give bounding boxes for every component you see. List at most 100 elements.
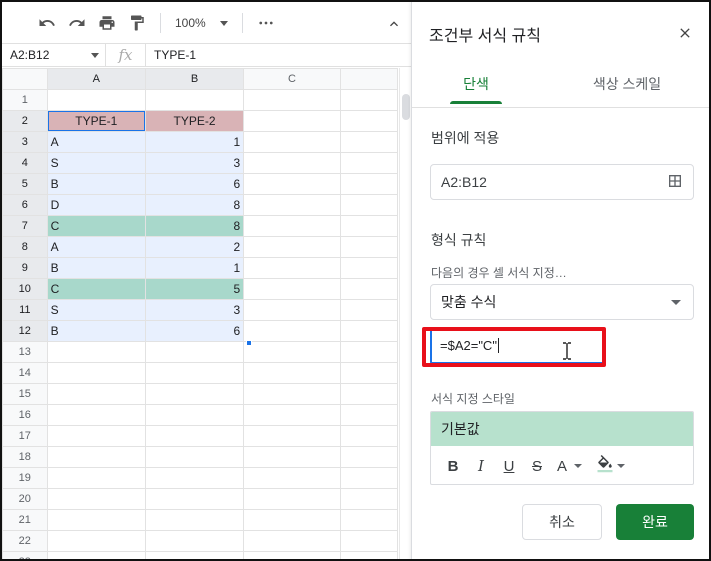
cell-b[interactable] [144, 341, 245, 363]
cell-c[interactable] [243, 236, 341, 258]
cell-d[interactable] [339, 446, 398, 468]
select-all-corner[interactable] [2, 68, 48, 90]
more-horizontal-icon[interactable] [251, 8, 281, 38]
cell-b[interactable]: 2 [144, 236, 245, 258]
cell-b[interactable] [144, 530, 245, 552]
row-header[interactable]: 15 [2, 383, 48, 405]
cell-a[interactable]: B [46, 173, 146, 195]
cell-c[interactable] [243, 215, 341, 237]
row-header[interactable]: 4 [2, 152, 48, 174]
row-header[interactable]: 7 [2, 215, 48, 237]
cell-c[interactable] [243, 362, 341, 384]
row-header[interactable]: 22 [2, 530, 48, 552]
row-header[interactable]: 18 [2, 446, 48, 468]
cell-a[interactable]: B [46, 320, 146, 342]
cell-d[interactable] [339, 131, 398, 153]
cell-c[interactable] [243, 488, 341, 510]
cell-a[interactable]: D [46, 194, 146, 216]
cell-b[interactable] [144, 404, 245, 426]
cell-d[interactable] [339, 236, 398, 258]
cell-a[interactable]: A [46, 236, 146, 258]
cell-c[interactable] [243, 152, 341, 174]
cell-b[interactable]: 3 [144, 152, 245, 174]
cell-a[interactable] [46, 530, 146, 552]
cell-c[interactable] [243, 530, 341, 552]
column-header-b[interactable]: B [144, 68, 245, 90]
cell-b[interactable]: TYPE-2 [144, 110, 245, 132]
row-header[interactable]: 20 [2, 488, 48, 510]
formula-input[interactable]: TYPE-1 [146, 48, 196, 62]
cell-b[interactable]: 1 [144, 131, 245, 153]
cell-b[interactable] [144, 383, 245, 405]
cell-a[interactable]: B [46, 257, 146, 279]
vertical-scrollbar[interactable] [399, 68, 411, 559]
cell-a[interactable]: S [46, 299, 146, 321]
cell-d[interactable] [339, 89, 398, 111]
italic-button[interactable]: I [467, 452, 495, 480]
cell-a[interactable] [46, 89, 146, 111]
underline-button[interactable]: U [495, 452, 523, 480]
cell-c[interactable] [243, 131, 341, 153]
style-preview[interactable]: 기본값 [431, 412, 693, 446]
cell-c[interactable] [243, 509, 341, 531]
cell-d[interactable] [339, 383, 398, 405]
cell-d[interactable] [339, 530, 398, 552]
row-header[interactable]: 11 [2, 299, 48, 321]
cell-d[interactable] [339, 551, 398, 559]
cell-d[interactable] [339, 467, 398, 489]
cell-b[interactable] [144, 488, 245, 510]
cell-d[interactable] [339, 194, 398, 216]
column-header-d[interactable] [339, 68, 398, 90]
cell-c[interactable] [243, 299, 341, 321]
row-header[interactable]: 3 [2, 131, 48, 153]
cell-c[interactable] [243, 446, 341, 468]
print-icon[interactable] [92, 8, 122, 38]
cell-a[interactable] [46, 425, 146, 447]
cell-b[interactable] [144, 551, 245, 559]
condition-dropdown[interactable]: 맞춤 수식 [430, 284, 694, 320]
cell-b[interactable] [144, 467, 245, 489]
cell-d[interactable] [339, 215, 398, 237]
cell-a[interactable] [46, 488, 146, 510]
row-header[interactable]: 14 [2, 362, 48, 384]
selection-fill-handle[interactable] [246, 340, 252, 346]
cell-c[interactable] [243, 173, 341, 195]
done-button[interactable]: 완료 [616, 504, 694, 540]
row-header[interactable]: 23 [2, 551, 48, 559]
close-icon[interactable] [674, 22, 696, 44]
cell-b[interactable]: 6 [144, 173, 245, 195]
cell-b[interactable] [144, 446, 245, 468]
cell-a[interactable] [46, 467, 146, 489]
cell-a[interactable] [46, 446, 146, 468]
cell-c[interactable] [243, 278, 341, 300]
cell-d[interactable] [339, 299, 398, 321]
name-box[interactable]: A2:B12 [2, 44, 106, 66]
cell-c[interactable] [243, 551, 341, 559]
cell-b[interactable] [144, 509, 245, 531]
cell-a[interactable]: S [46, 152, 146, 174]
cell-b[interactable]: 8 [144, 194, 245, 216]
row-header[interactable]: 8 [2, 236, 48, 258]
cell-d[interactable] [339, 488, 398, 510]
cell-b[interactable]: 8 [144, 215, 245, 237]
cell-a[interactable]: TYPE-1 [46, 110, 146, 132]
cell-c[interactable] [243, 425, 341, 447]
cell-a[interactable] [46, 383, 146, 405]
range-input[interactable]: A2:B12 [430, 164, 694, 200]
cell-a[interactable] [46, 362, 146, 384]
cell-a[interactable] [46, 404, 146, 426]
undo-icon[interactable] [32, 8, 62, 38]
cell-d[interactable] [339, 341, 398, 363]
paint-format-icon[interactable] [122, 8, 152, 38]
cell-c[interactable] [243, 257, 341, 279]
cell-d[interactable] [339, 278, 398, 300]
cell-b[interactable]: 1 [144, 257, 245, 279]
cell-c[interactable] [243, 467, 341, 489]
row-header[interactable]: 9 [2, 257, 48, 279]
cell-a[interactable] [46, 509, 146, 531]
cell-a[interactable]: C [46, 278, 146, 300]
bold-button[interactable]: B [439, 452, 467, 480]
cell-d[interactable] [339, 425, 398, 447]
cell-a[interactable] [46, 551, 146, 559]
column-header-a[interactable]: A [46, 68, 146, 90]
